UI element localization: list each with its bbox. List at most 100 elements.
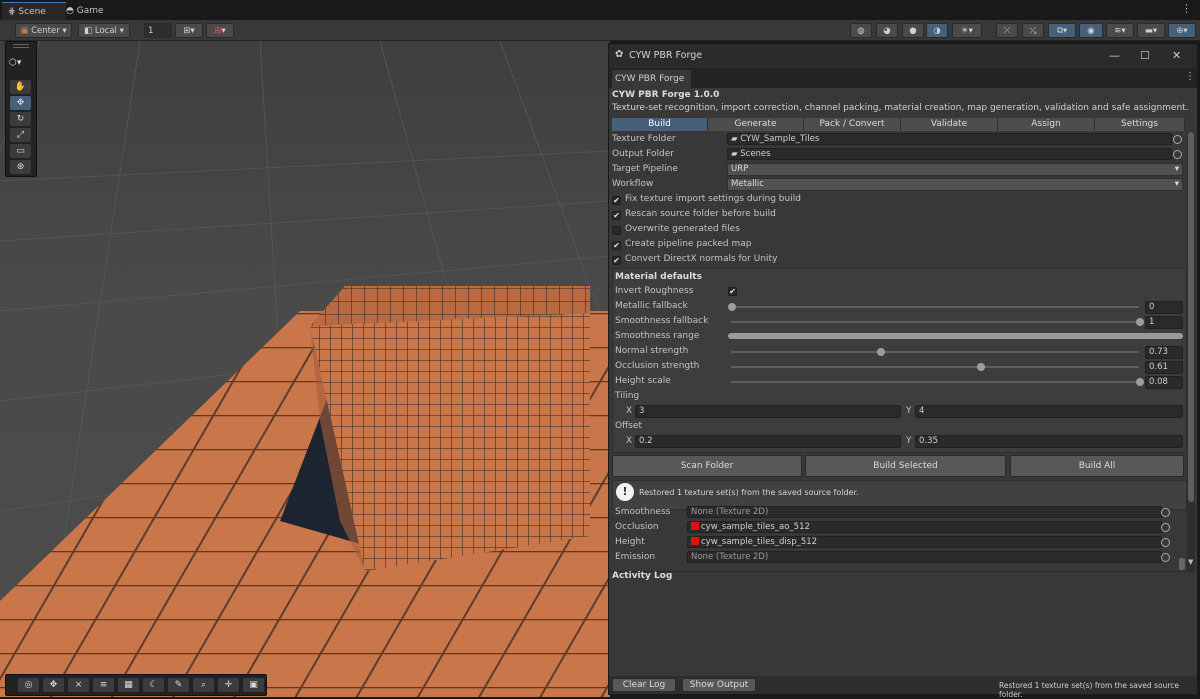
grid-snap-dropdown[interactable]: ⊞▾ (175, 23, 203, 38)
gizmos-dropdown[interactable]: ⊕▾ (1168, 23, 1196, 38)
pivot-dropdown[interactable]: ▣ Center ▾ (15, 23, 72, 38)
normal-strength-value[interactable]: 0.73 (1145, 346, 1183, 359)
directx-normals-checkbox[interactable]: ✔ (612, 256, 621, 265)
tab-validate[interactable]: Validate (901, 118, 998, 131)
overlay-drag-handle[interactable] (13, 44, 29, 48)
minimize-icon[interactable]: — (1109, 49, 1120, 62)
map-emission-field[interactable]: None (Texture 2D) (687, 551, 1162, 563)
smoothness-fallback-slider-handle[interactable] (1136, 318, 1144, 326)
more-menu-icon[interactable]: ⋮ (1181, 2, 1192, 15)
height-scale-slider-handle[interactable] (1136, 378, 1144, 386)
metallic-fallback-slider-handle[interactable] (728, 303, 736, 311)
compass-button[interactable]: ◎ (18, 678, 39, 692)
scrollbar-thumb[interactable] (1188, 132, 1194, 502)
map-emission-picker-icon[interactable] (1161, 553, 1170, 562)
shading-button[interactable]: ◕ (876, 23, 898, 38)
build-all-button[interactable]: Build All (1010, 455, 1184, 477)
map-occlusion-picker-icon[interactable] (1161, 523, 1170, 532)
close-icon[interactable]: ✕ (1172, 49, 1181, 62)
normal-strength-slider[interactable] (731, 351, 1139, 353)
fx-dropdown[interactable]: ☀▾ (952, 23, 982, 38)
window-titlebar[interactable]: ✿ CYW PBR Forge — ☐ ✕ (609, 44, 1197, 68)
collapse-button[interactable]: ⨯ (68, 678, 89, 692)
audio-toggle[interactable]: ⤫ (996, 23, 1018, 38)
maximize-icon[interactable]: ☐ (1140, 49, 1150, 62)
smoothness-fallback-value[interactable]: 1 (1145, 316, 1183, 329)
align-button[interactable]: ≡ (93, 678, 114, 692)
texture-folder-picker-icon[interactable] (1173, 135, 1182, 144)
build-selected-button[interactable]: Build Selected (805, 455, 1006, 477)
window-tab[interactable]: CYW PBR Forge (612, 70, 691, 88)
map-occlusion-field[interactable]: cyw_sample_tiles_ao_512 (687, 521, 1162, 533)
workflow-dropdown[interactable]: Metallic ▾ (727, 178, 1183, 191)
map-height-field[interactable]: cyw_sample_tiles_disp_512 (687, 536, 1162, 548)
rescan-checkbox[interactable]: ✔ (612, 211, 621, 220)
occlusion-strength-slider[interactable] (731, 366, 1139, 368)
normal-strength-slider-handle[interactable] (876, 348, 885, 356)
overwrite-checkbox[interactable] (612, 226, 621, 235)
map-smoothness-field[interactable]: None (Texture 2D) (687, 506, 1162, 518)
metallic-fallback-slider[interactable] (731, 306, 1139, 308)
paint-overlay-button[interactable]: ✎ (168, 678, 189, 692)
smoothness-fallback-slider[interactable] (731, 321, 1139, 323)
pan-overlay-button[interactable]: ✛ (218, 678, 239, 692)
show-output-button[interactable]: Show Output (682, 678, 756, 692)
tab-settings[interactable]: Settings (1095, 118, 1185, 131)
metallic-fallback-value[interactable]: 0 (1145, 301, 1183, 314)
search-overlay-button[interactable]: ⌕ (193, 678, 214, 692)
move-overlay-button[interactable]: ✥ (43, 678, 64, 692)
tool-context-dropdown[interactable]: ⬡▾ (9, 58, 21, 68)
maps-scrollbar-thumb[interactable] (1179, 558, 1185, 570)
rotate-tool-button[interactable]: ↻ (10, 112, 31, 126)
smoothness-range-slider[interactable] (728, 333, 1183, 339)
scroll-down-icon[interactable]: ▼ (1188, 558, 1193, 566)
hand-tool-button[interactable]: ✋ (10, 80, 31, 94)
increment-snap-dropdown[interactable]: ⊞▾ (206, 23, 234, 38)
map-height-picker-icon[interactable] (1161, 538, 1170, 547)
grid-overlay-button[interactable]: ▦ (118, 678, 139, 692)
scene-viewport[interactable] (0, 41, 610, 697)
offset-y-input[interactable]: 0.35 (915, 435, 1183, 448)
texture-folder-field[interactable]: ▰ CYW_Sample_Tiles (727, 133, 1172, 145)
output-folder-picker-icon[interactable] (1173, 150, 1182, 159)
lighting-button[interactable]: ● (902, 23, 924, 38)
tab-build[interactable]: Build (612, 118, 708, 131)
global-view-button[interactable]: ◍ (850, 23, 872, 38)
target-pipeline-dropdown[interactable]: URP ▾ (727, 163, 1183, 176)
tab-generate[interactable]: Generate (708, 118, 804, 131)
effects-toggle[interactable]: ⤯ (1022, 23, 1044, 38)
scene-visibility-dropdown[interactable]: ⧉▾ (1048, 23, 1076, 38)
tab-scene[interactable]: ⋕ Scene (2, 2, 66, 21)
scale-tool-button[interactable]: ⤢ (10, 128, 31, 142)
tab-game[interactable]: ◓ Game (60, 2, 122, 20)
scrollbar-track[interactable] (1187, 132, 1195, 572)
height-scale-value[interactable]: 0.08 (1145, 376, 1183, 389)
moon-overlay-button[interactable]: ☾ (143, 678, 164, 692)
rect-tool-button[interactable]: ▭ (10, 144, 31, 158)
layers-dropdown[interactable]: ≋▾ (1106, 23, 1134, 38)
tiling-y-input[interactable]: 4 (915, 405, 1183, 418)
settings-overlay-button[interactable]: ▣ (243, 678, 264, 692)
camera-dropdown[interactable]: ▬▾ (1137, 23, 1165, 38)
offset-x-input[interactable]: 0.2 (635, 435, 901, 448)
move-tool-button[interactable]: ✥ (10, 96, 31, 110)
window-menu-icon[interactable]: ⋮ (1185, 71, 1195, 82)
output-folder-field[interactable]: ▰ Scenes (727, 148, 1172, 160)
space-dropdown[interactable]: ◧ Local ▾ (78, 23, 130, 38)
height-scale-slider[interactable] (731, 381, 1139, 383)
grid-size-input[interactable]: 1 (144, 23, 172, 38)
invert-roughness-checkbox[interactable]: ✔ (728, 287, 737, 296)
visibility-toggle[interactable]: ◉ (1079, 23, 1103, 38)
map-smoothness-picker-icon[interactable] (1161, 508, 1170, 517)
tab-pack-convert[interactable]: Pack / Convert (804, 118, 901, 131)
tiling-x-input[interactable]: 3 (635, 405, 901, 418)
occlusion-strength-value[interactable]: 0.61 (1145, 361, 1183, 374)
clear-log-button[interactable]: Clear Log (612, 678, 676, 692)
tab-assign[interactable]: Assign (998, 118, 1095, 131)
transform-tool-button[interactable]: ⊛ (10, 160, 31, 174)
scan-folder-button[interactable]: Scan Folder (612, 455, 802, 477)
packed-map-checkbox[interactable]: ✔ (612, 241, 621, 250)
wireframe-button[interactable]: ◑ (926, 23, 948, 38)
occlusion-strength-slider-handle[interactable] (976, 363, 985, 371)
fix-import-checkbox[interactable]: ✔ (612, 196, 621, 205)
